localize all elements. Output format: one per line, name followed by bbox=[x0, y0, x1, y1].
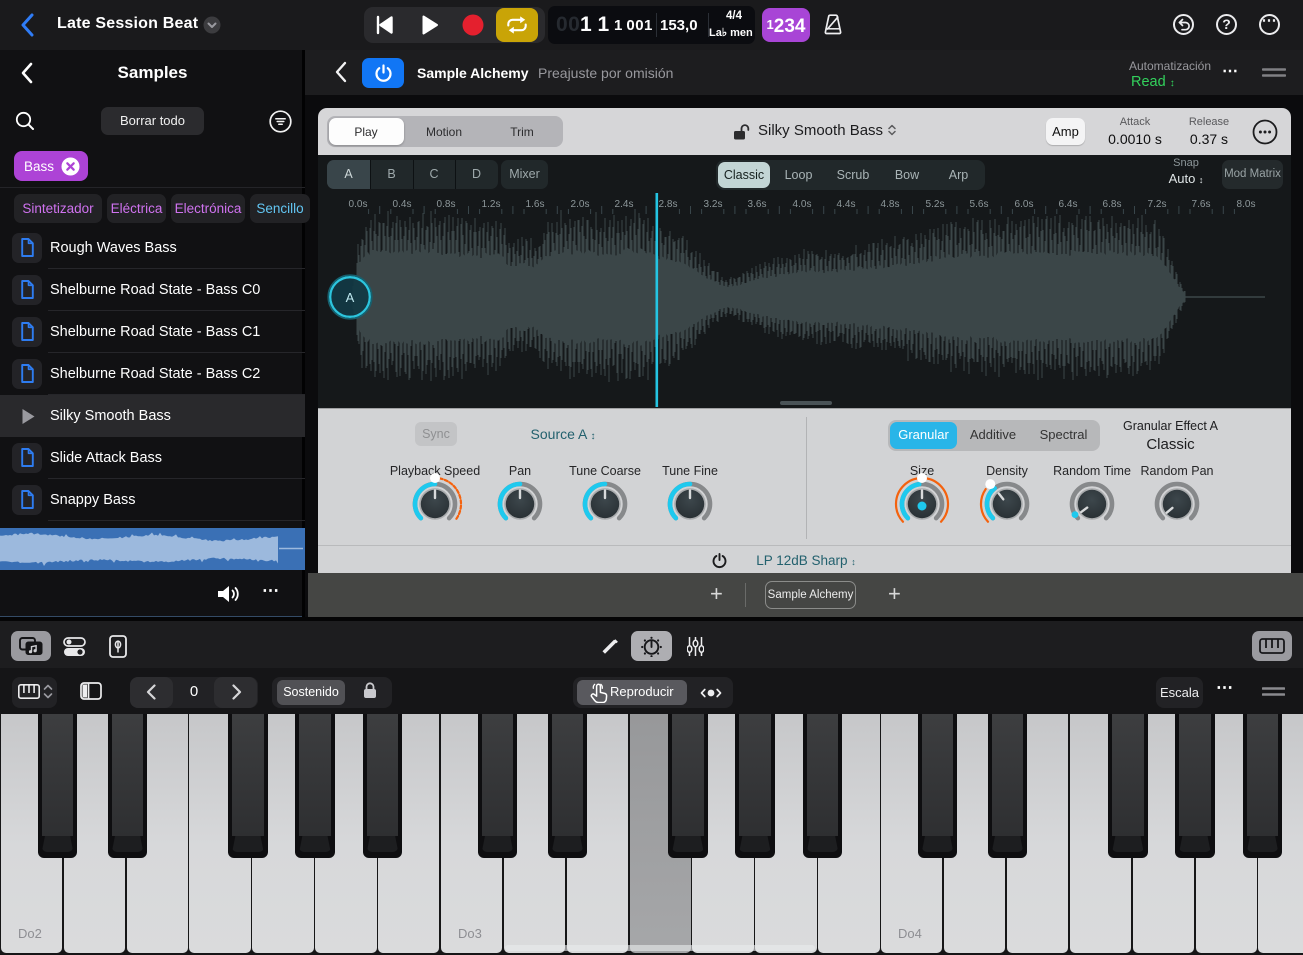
svg-text:A: A bbox=[346, 290, 355, 305]
